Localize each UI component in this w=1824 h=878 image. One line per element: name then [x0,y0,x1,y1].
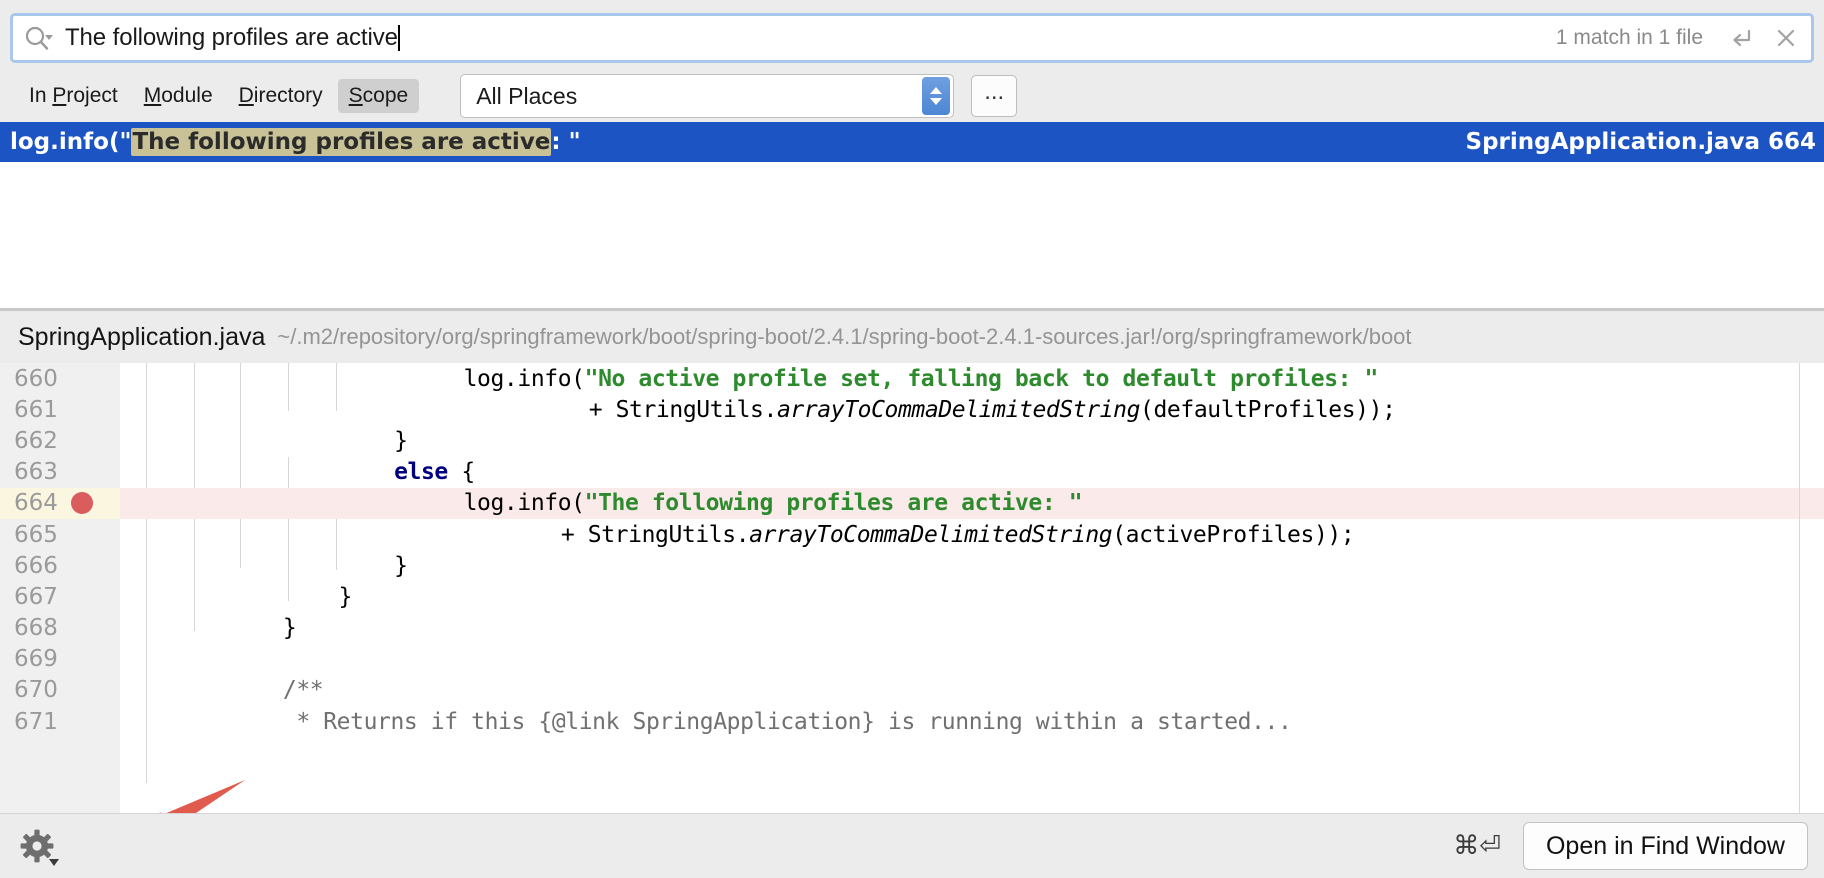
code-text: } [120,615,296,641]
code-text: /** [120,677,323,703]
code-line-list: 660 log.info("No active profile set, fall… [0,363,1824,737]
line-number-cell[interactable]: 668 [0,613,120,644]
line-number: 661 [0,397,58,423]
code-line: 661 + StringUtils.arrayToCommaDelimitedSt… [0,394,1824,425]
code-cell: } [120,550,1824,581]
line-number: 665 [0,522,58,548]
shortcut-hint: ⌘⏎ [1453,831,1501,861]
code-text: } [120,584,352,610]
code-cell: else { [120,457,1824,488]
code-text: * Returns if this {@link SpringApplicati… [120,709,1291,735]
code-line: 666} [0,550,1824,581]
code-cell: /** [120,675,1824,706]
bottom-toolbar: ⌘⏎ Open in Find Window [0,814,1824,878]
line-number: 669 [0,646,58,672]
code-text: + StringUtils.arrayToCommaDelimitedStrin… [120,397,1396,423]
line-number-cell[interactable]: 669 [0,644,120,675]
line-number-cell[interactable]: 663 [0,457,120,488]
code-cell: + StringUtils.arrayToCommaDelimitedStrin… [120,519,1824,550]
line-number: 667 [0,584,58,610]
code-text: else { [120,459,475,485]
search-field[interactable]: The following profiles are active 1 matc… [10,13,1814,63]
scope-tab-scope[interactable]: Scope [338,79,420,113]
search-magnifier-icon[interactable] [13,16,65,60]
results-list-empty-area [0,162,1824,308]
code-line: 663 else { [0,457,1824,488]
result-row-text: log.info("The following profiles are act… [10,128,581,156]
line-number: 670 [0,677,58,703]
match-count-label: 1 match in 1 file [1556,26,1703,50]
code-cell: } [120,581,1824,612]
code-line: 668} [0,613,1824,644]
open-in-find-window-button[interactable]: Open in Find Window [1523,822,1808,870]
places-select[interactable]: All Places [460,74,954,118]
result-prefix: log.info(" [10,129,131,155]
preview-file-header: SpringApplication.java ~/.m2/repository/… [0,311,1824,363]
more-options-button[interactable]: ... [971,75,1017,117]
code-text: } [120,553,408,579]
line-number: 666 [0,553,58,579]
line-number: 671 [0,709,58,735]
line-number-cell[interactable]: 665 [0,519,120,550]
code-line: 662} [0,425,1824,456]
refresh-icon[interactable] [1723,19,1761,57]
result-row[interactable]: log.info("The following profiles are act… [0,122,1824,162]
code-cell: log.info("The following profiles are act… [120,488,1824,519]
search-input-value: The following profiles are active [65,24,398,52]
code-cell: } [120,425,1824,456]
code-cell: * Returns if this {@link SpringApplicati… [120,706,1824,737]
code-line: 664 log.info("The following profiles are … [0,488,1824,519]
code-text: log.info("The following profiles are act… [120,490,1082,516]
line-number-cell[interactable]: 664 [0,488,120,519]
breakpoint-icon[interactable] [71,492,93,514]
places-select-value: All Places [476,83,577,110]
code-text: log.info("No active profile set, falling… [120,366,1378,392]
line-number: 664 [0,490,58,516]
line-number-cell[interactable]: 662 [0,425,120,456]
line-number-cell[interactable]: 660 [0,363,120,394]
scope-tab-directory[interactable]: Directory [228,79,334,113]
code-line: 665 + StringUtils.arrayToCommaDelimitedSt… [0,519,1824,550]
stepper-arrows-icon[interactable] [922,77,950,115]
line-number-cell[interactable]: 666 [0,550,120,581]
code-cell: + StringUtils.arrayToCommaDelimitedStrin… [120,394,1824,425]
line-number: 662 [0,428,58,454]
line-number: 660 [0,366,58,392]
scope-filter-row: In Project Module Directory Scope All Pl… [0,72,1824,120]
code-cell: } [120,613,1824,644]
scope-tab-module[interactable]: Module [133,79,224,113]
line-number: 663 [0,459,58,485]
code-line: 671 * Returns if this {@link SpringAppli… [0,706,1824,737]
preview-file-name: SpringApplication.java [18,323,265,352]
editor-right-edge [1799,363,1800,813]
code-line: 669 [0,644,1824,675]
line-number-cell[interactable]: 671 [0,706,120,737]
result-match-highlight: The following profiles are active [131,128,551,156]
code-line: 660 log.info("No active profile set, fall… [0,363,1824,394]
code-line: 667} [0,581,1824,612]
line-number: 668 [0,615,58,641]
result-file-reference: SpringApplication.java 664 [1466,129,1816,155]
line-number-cell[interactable]: 661 [0,394,120,425]
code-cell [120,644,1824,675]
result-suffix: : " [551,129,580,155]
text-caret [398,25,400,51]
chevron-down-icon[interactable] [49,859,59,866]
code-cell: log.info("No active profile set, falling… [120,363,1824,394]
code-text: + StringUtils.arrayToCommaDelimitedStrin… [120,522,1354,548]
scope-tab-in-project[interactable]: In Project [18,79,129,113]
code-line: 670 /** [0,675,1824,706]
close-icon[interactable] [1767,19,1805,57]
code-text: } [120,428,408,454]
preview-file-path: ~/.m2/repository/org/springframework/boo… [277,324,1411,350]
find-in-files-popup: The following profiles are active 1 matc… [0,0,1824,878]
line-number-cell[interactable]: 667 [0,581,120,612]
code-preview[interactable]: 660 log.info("No active profile set, fall… [0,363,1824,813]
search-input[interactable]: The following profiles are active [65,16,1556,60]
gear-icon[interactable] [17,826,57,866]
line-number-cell[interactable]: 670 [0,675,120,706]
